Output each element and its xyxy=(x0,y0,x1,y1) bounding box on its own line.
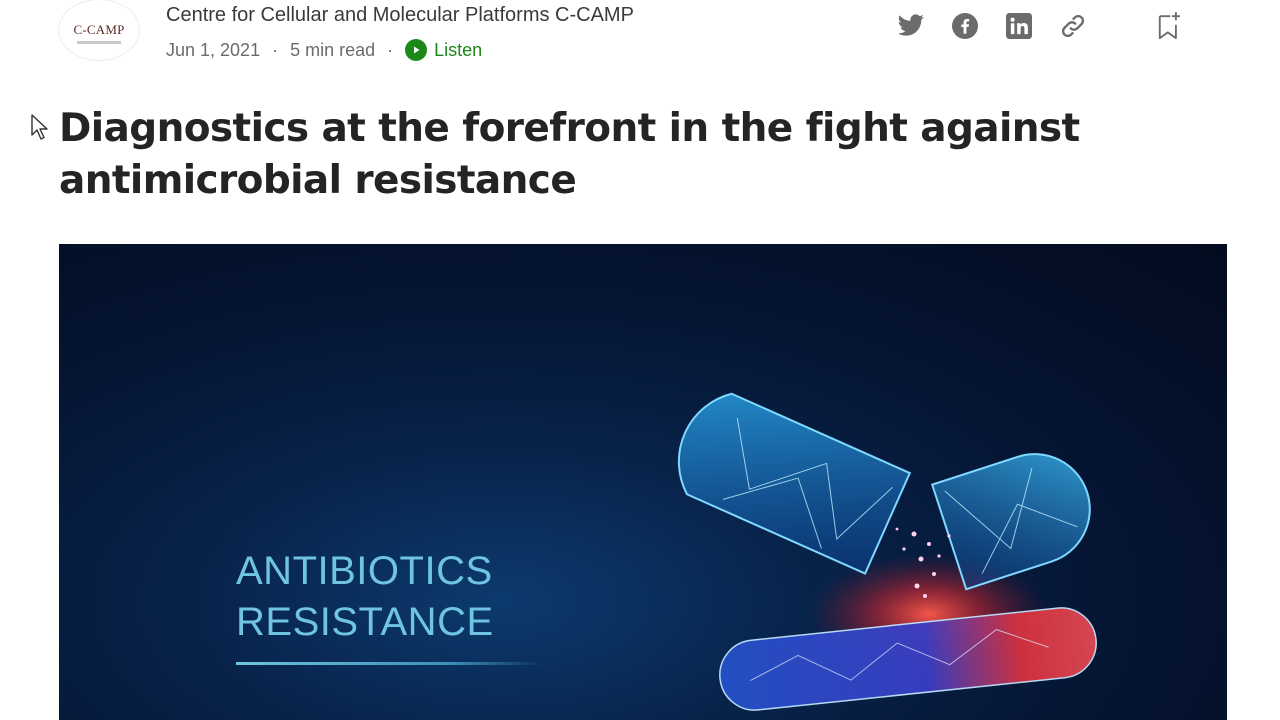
avatar-logo-underline xyxy=(77,41,121,44)
twitter-icon[interactable] xyxy=(893,8,929,44)
antibiotic-illustration xyxy=(677,392,1097,711)
listen-label: Listen xyxy=(434,39,483,60)
meta-separator: · xyxy=(272,39,279,60)
avatar-logo-text: C-CAMP xyxy=(73,22,125,37)
hero-caption-underline xyxy=(236,662,542,665)
listen-button[interactable]: Listen xyxy=(405,39,482,61)
author-name-link[interactable]: Centre for Cellular and Molecular Platfo… xyxy=(166,4,634,27)
author-avatar[interactable]: C-CAMP xyxy=(59,0,139,60)
article-title: Diagnostics at the forefront in the figh… xyxy=(59,106,1080,203)
hero-caption-line1: ANTIBIOTICS xyxy=(236,549,493,593)
facebook-icon[interactable] xyxy=(947,8,983,44)
play-icon xyxy=(405,39,428,61)
hero-image: ANTIBIOTICS RESISTANCE xyxy=(59,244,1227,720)
article-meta: Jun 1, 2021 · 5 min read · Listen xyxy=(166,39,482,61)
linkedin-icon[interactable] xyxy=(1001,8,1037,44)
meta-separator: · xyxy=(387,39,394,60)
article-page: C-CAMP Centre for Cellular and Molecular… xyxy=(0,0,1280,720)
mouse-cursor-icon xyxy=(31,114,48,140)
share-toolbar xyxy=(893,8,1109,44)
bookmark-add-icon[interactable] xyxy=(1151,8,1187,44)
read-time: 5 min read xyxy=(290,39,376,60)
publish-date: Jun 1, 2021 xyxy=(166,39,261,60)
hero-caption-line2: RESISTANCE xyxy=(236,600,494,644)
hero-caption: ANTIBIOTICS RESISTANCE xyxy=(236,546,494,648)
link-icon[interactable] xyxy=(1055,8,1091,44)
